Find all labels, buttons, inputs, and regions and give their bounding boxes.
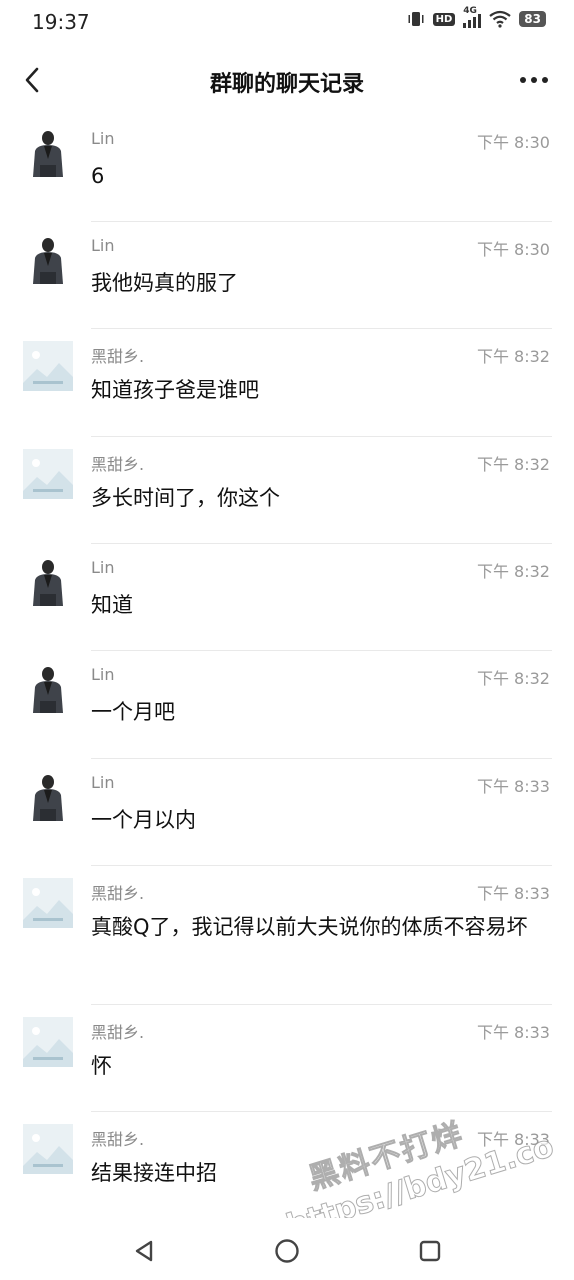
avatar[interactable] (23, 556, 73, 606)
message-time: 下午 8:33 (476, 777, 550, 796)
chat-record-item[interactable]: 黑甜乡. 下午 8:33 怀 (0, 1005, 574, 1112)
avatar[interactable] (23, 449, 73, 499)
landscape-placeholder-avatar (23, 341, 73, 391)
sender-name: 黑甜乡. (91, 1023, 145, 1042)
sender-name: 黑甜乡. (91, 1130, 145, 1149)
nav-back-button[interactable] (127, 1234, 161, 1268)
message-time: 下午 8:32 (476, 669, 550, 688)
network-type: 4G (463, 6, 477, 16)
sender-name: 黑甜乡. (91, 347, 145, 366)
person-photo-avatar (23, 127, 73, 177)
circle-home-icon (275, 1239, 299, 1263)
avatar[interactable] (23, 1017, 73, 1067)
sender-name: Lin (91, 236, 115, 255)
chat-record-item[interactable]: 黑甜乡. 下午 8:32 多长时间了，你这个 (0, 437, 574, 544)
vibrate-icon (408, 12, 424, 26)
chat-record-item[interactable]: Lin 下午 8:32 知道 (0, 544, 574, 651)
message-text: 多长时间了，你这个 (91, 486, 280, 510)
message-time: 下午 8:30 (476, 240, 550, 259)
sender-name: Lin (91, 558, 115, 577)
sender-name: 黑甜乡. (91, 884, 145, 903)
avatar[interactable] (23, 771, 73, 821)
message-text: 我他妈真的服了 (91, 271, 238, 295)
person-photo-avatar (23, 771, 73, 821)
chat-record-item[interactable]: Lin 下午 8:33 一个月以内 (0, 759, 574, 866)
avatar[interactable] (23, 1124, 73, 1174)
message-text: 一个月以内 (91, 808, 196, 832)
chat-record-item[interactable]: Lin 下午 8:30 6 (0, 115, 574, 222)
status-icons: HD 4G 83 (407, 6, 546, 28)
landscape-placeholder-avatar (23, 878, 73, 928)
person-photo-avatar (23, 663, 73, 713)
message-text: 6 (91, 164, 105, 188)
battery-indicator: 83 (519, 11, 546, 27)
page-title: 群聊的聊天记录 (209, 72, 364, 97)
chat-record-item[interactable]: Lin 下午 8:30 我他妈真的服了 (0, 222, 574, 329)
message-text: 知道 (91, 593, 133, 617)
avatar[interactable] (23, 341, 73, 391)
message-text: 真酸Q了，我记得以前大夫说你的体质不容易坏 (91, 915, 528, 939)
square-recents-icon (419, 1240, 441, 1262)
chat-record-item[interactable]: Lin 下午 8:32 一个月吧 (0, 651, 574, 759)
message-time: 下午 8:32 (476, 347, 550, 366)
person-photo-avatar (23, 234, 73, 284)
status-bar: 19:37 HD 4G 83 (0, 0, 574, 44)
more-horizontal-icon (520, 77, 548, 83)
message-time: 下午 8:32 (476, 455, 550, 474)
system-nav-bar (0, 1218, 574, 1280)
nav-recents-button[interactable] (413, 1234, 447, 1268)
wifi-icon (489, 10, 511, 28)
hd-badge: HD (432, 12, 456, 26)
message-time: 下午 8:33 (476, 1130, 550, 1149)
landscape-placeholder-avatar (23, 449, 73, 499)
chat-record-list[interactable]: Lin 下午 8:30 6 Lin 下午 8:30 我他妈真的服了 黑甜乡. 下… (0, 115, 574, 1219)
message-text: 知道孩子爸是谁吧 (91, 378, 259, 402)
message-text: 怀 (91, 1054, 112, 1078)
message-time: 下午 8:32 (476, 562, 550, 581)
chat-record-item[interactable]: 黑甜乡. 下午 8:33 结果接连中招 (0, 1112, 574, 1219)
app-header: 群聊的聊天记录 (0, 52, 574, 108)
message-time: 下午 8:33 (476, 884, 550, 903)
landscape-placeholder-avatar (23, 1124, 73, 1174)
message-text: 一个月吧 (91, 700, 175, 724)
landscape-placeholder-avatar (23, 1017, 73, 1067)
cellular-signal-icon: 4G (463, 6, 482, 28)
avatar[interactable] (23, 127, 73, 177)
status-time: 19:37 (32, 10, 90, 34)
message-time: 下午 8:33 (476, 1023, 550, 1042)
nav-home-button[interactable] (270, 1234, 304, 1268)
sender-name: Lin (91, 665, 115, 684)
message-time: 下午 8:30 (476, 133, 550, 152)
sender-name: Lin (91, 773, 115, 792)
avatar[interactable] (23, 663, 73, 713)
sender-name: 黑甜乡. (91, 455, 145, 474)
chat-record-item[interactable]: 黑甜乡. 下午 8:33 真酸Q了，我记得以前大夫说你的体质不容易坏 (0, 866, 574, 1005)
sender-name: Lin (91, 129, 115, 148)
avatar[interactable] (23, 234, 73, 284)
chat-record-item[interactable]: 黑甜乡. 下午 8:32 知道孩子爸是谁吧 (0, 329, 574, 437)
more-options-button[interactable] (516, 66, 552, 94)
triangle-back-icon (135, 1240, 153, 1262)
message-text: 结果接连中招 (91, 1161, 217, 1185)
person-photo-avatar (23, 556, 73, 606)
avatar[interactable] (23, 878, 73, 928)
